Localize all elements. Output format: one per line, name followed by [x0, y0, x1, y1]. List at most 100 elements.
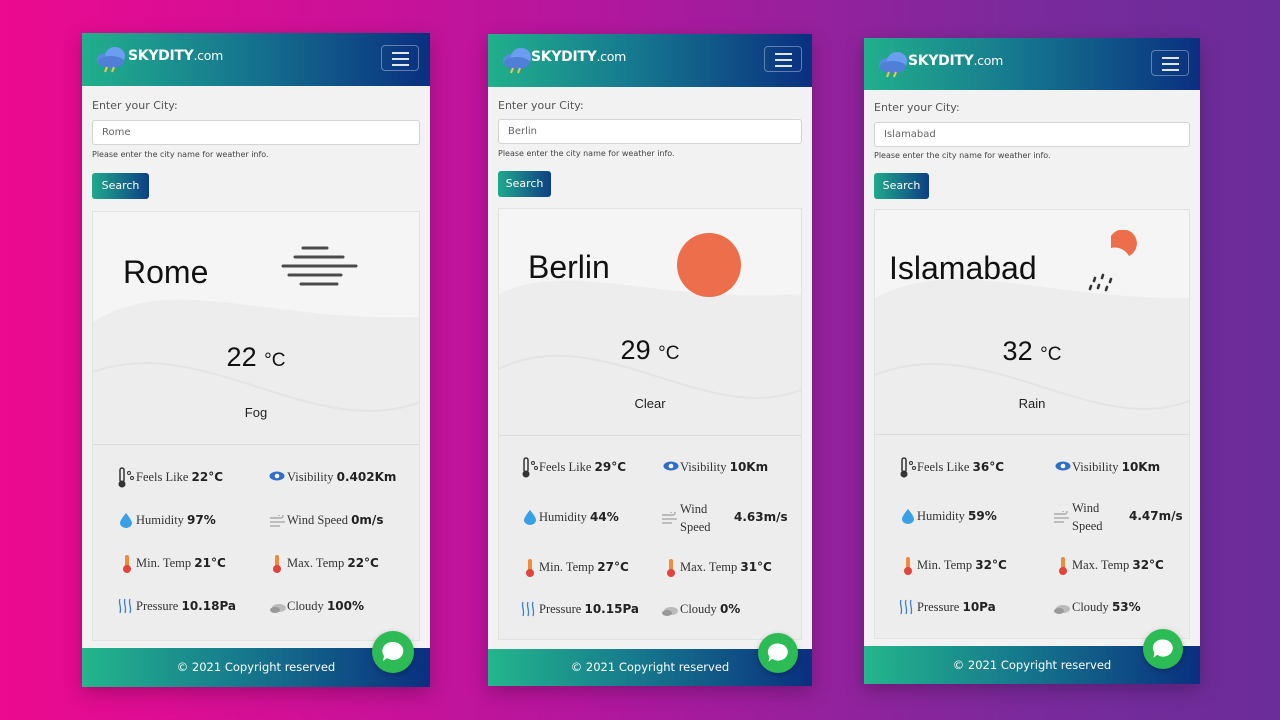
city-help-text: Please enter the city name for weather i…: [874, 151, 1051, 160]
pressure-icon: [521, 601, 535, 617]
stat-max-temp: Max. Temp 32°C: [1072, 558, 1164, 572]
humidity-drop-icon: [120, 513, 132, 528]
temperature-value: 22 °C: [226, 342, 286, 372]
weather-condition: Fog: [244, 405, 268, 420]
city-help-text: Please enter the city name for weather i…: [92, 150, 269, 159]
temperature-value: 29 °C: [620, 335, 680, 365]
stat-humidity: Humidity 44%: [539, 510, 619, 524]
weather-card: Islamabad 32 °C Rain Feels Like 36°C Vis…: [874, 209, 1190, 639]
phone-screen-islamabad: SKYDITY.com Enter your City: Islamabad P…: [864, 38, 1200, 684]
stat-max-temp: Max. Temp 31°C: [680, 560, 772, 574]
stat-wind-label: Wind Speed: [1072, 501, 1103, 533]
weather-card: Berlin 29 °C Clear Feels Like 29°C Visib…: [498, 208, 802, 640]
card-divider: [875, 434, 1189, 435]
stat-min-temp: Min. Temp 21°C: [136, 556, 226, 570]
stat-min-temp: Min. Temp 32°C: [917, 558, 1007, 572]
stat-feels-like: Feels Like 22°C: [136, 470, 224, 484]
chat-widget-button[interactable]: [758, 633, 798, 673]
stat-humidity: Humidity 97%: [136, 513, 216, 527]
pressure-icon: [899, 599, 913, 615]
city-name: Rome: [123, 254, 209, 290]
stat-visibility: Visibility 10Km: [680, 460, 769, 474]
city-name: Islamabad: [889, 250, 1037, 286]
stat-visibility: Visibility 0.402Km: [287, 470, 397, 484]
cloud-icon: [662, 607, 678, 616]
search-button[interactable]: Search: [92, 173, 149, 199]
chat-widget-button[interactable]: [1143, 629, 1183, 669]
eye-icon: [1055, 461, 1071, 471]
city-label: Enter your City:: [498, 99, 584, 112]
city-help-text: Please enter the city name for weather i…: [498, 149, 675, 158]
min-temp-thermometer-icon: [123, 555, 131, 573]
stat-max-temp: Max. Temp 22°C: [287, 556, 379, 570]
stat-visibility: Visibility 10Km: [1072, 460, 1161, 474]
cloud-logo-icon: [879, 52, 907, 78]
wind-icon: [1054, 511, 1069, 523]
cloud-logo-icon: [97, 47, 125, 73]
max-temp-thermometer-icon: [273, 555, 281, 573]
max-temp-thermometer-icon: [1059, 557, 1067, 575]
cloud-icon: [270, 604, 286, 613]
eye-icon: [663, 461, 679, 471]
stat-wind-speed-value: 4.63m/s: [734, 510, 788, 524]
stat-cloudy: Cloudy 0%: [680, 602, 741, 616]
rain-icon: [1088, 230, 1137, 292]
navbar: SKYDITY.com: [82, 33, 430, 86]
city-input[interactable]: Berlin: [498, 119, 802, 144]
stat-pressure: Pressure 10.15Pa: [539, 602, 640, 616]
stat-cloudy: Cloudy 53%: [1072, 600, 1141, 614]
hamburger-menu-button[interactable]: [381, 45, 419, 71]
search-button[interactable]: Search: [874, 173, 929, 199]
brand-logo-text[interactable]: SKYDITY.com: [908, 53, 1003, 69]
stat-min-temp: Min. Temp 27°C: [539, 560, 629, 574]
max-temp-thermometer-icon: [667, 559, 675, 577]
phone-screen-berlin: SKYDITY.com Enter your City: Berlin Plea…: [488, 34, 812, 686]
stat-wind-label: Wind Speed: [680, 502, 711, 534]
chat-bubble-icon: [382, 641, 404, 661]
thermometer-feels-icon: [900, 457, 916, 478]
cloud-icon: [1054, 605, 1070, 614]
chat-bubble-icon: [767, 643, 788, 662]
stat-cloudy: Cloudy 100%: [287, 599, 365, 613]
sun-icon: [677, 233, 741, 297]
hamburger-menu-button[interactable]: [1151, 50, 1189, 76]
city-input[interactable]: Islamabad: [874, 122, 1190, 147]
weather-card: Rome 22 °C Fog Feels Like 22°C Visibilit…: [92, 211, 420, 641]
humidity-drop-icon: [902, 509, 914, 524]
city-name: Berlin: [528, 249, 610, 285]
weather-condition: Rain: [1018, 396, 1046, 411]
wind-icon: [270, 515, 285, 527]
temperature-value: 32 °C: [1002, 336, 1062, 366]
brand-logo-text[interactable]: SKYDITY.com: [128, 48, 223, 64]
city-label: Enter your City:: [874, 101, 960, 114]
thermometer-feels-icon: [118, 467, 134, 488]
city-label: Enter your City:: [92, 99, 178, 112]
min-temp-thermometer-icon: [526, 559, 534, 577]
stat-humidity: Humidity 59%: [917, 509, 997, 523]
eye-icon: [269, 471, 285, 481]
wind-icon: [662, 512, 677, 524]
stat-feels-like: Feels Like 36°C: [917, 460, 1005, 474]
stat-feels-like: Feels Like 29°C: [539, 460, 627, 474]
chat-bubble-icon: [1152, 639, 1173, 658]
stat-pressure: Pressure 10.18Pa: [136, 599, 237, 613]
pressure-icon: [118, 598, 132, 614]
humidity-drop-icon: [524, 510, 536, 525]
stat-pressure: Pressure 10Pa: [917, 600, 996, 614]
brand-logo-text[interactable]: SKYDITY.com: [531, 49, 626, 65]
navbar: SKYDITY.com: [488, 34, 812, 87]
fog-icon: [281, 246, 358, 286]
city-input[interactable]: Rome: [92, 120, 420, 145]
stat-wind-speed-value: 4.47m/s: [1129, 509, 1183, 523]
navbar: SKYDITY.com: [864, 38, 1200, 90]
phone-screen-rome: SKYDITY.com Enter your City: Rome Please…: [82, 33, 430, 687]
thermometer-feels-icon: [522, 457, 538, 478]
chat-widget-button[interactable]: [372, 631, 414, 673]
search-button[interactable]: Search: [498, 171, 551, 197]
weather-condition: Clear: [634, 396, 666, 411]
hamburger-menu-button[interactable]: [764, 46, 802, 72]
stat-wind-speed: Wind Speed 0m/s: [287, 513, 384, 527]
min-temp-thermometer-icon: [904, 557, 912, 575]
card-divider: [499, 435, 801, 436]
card-divider: [93, 444, 419, 445]
